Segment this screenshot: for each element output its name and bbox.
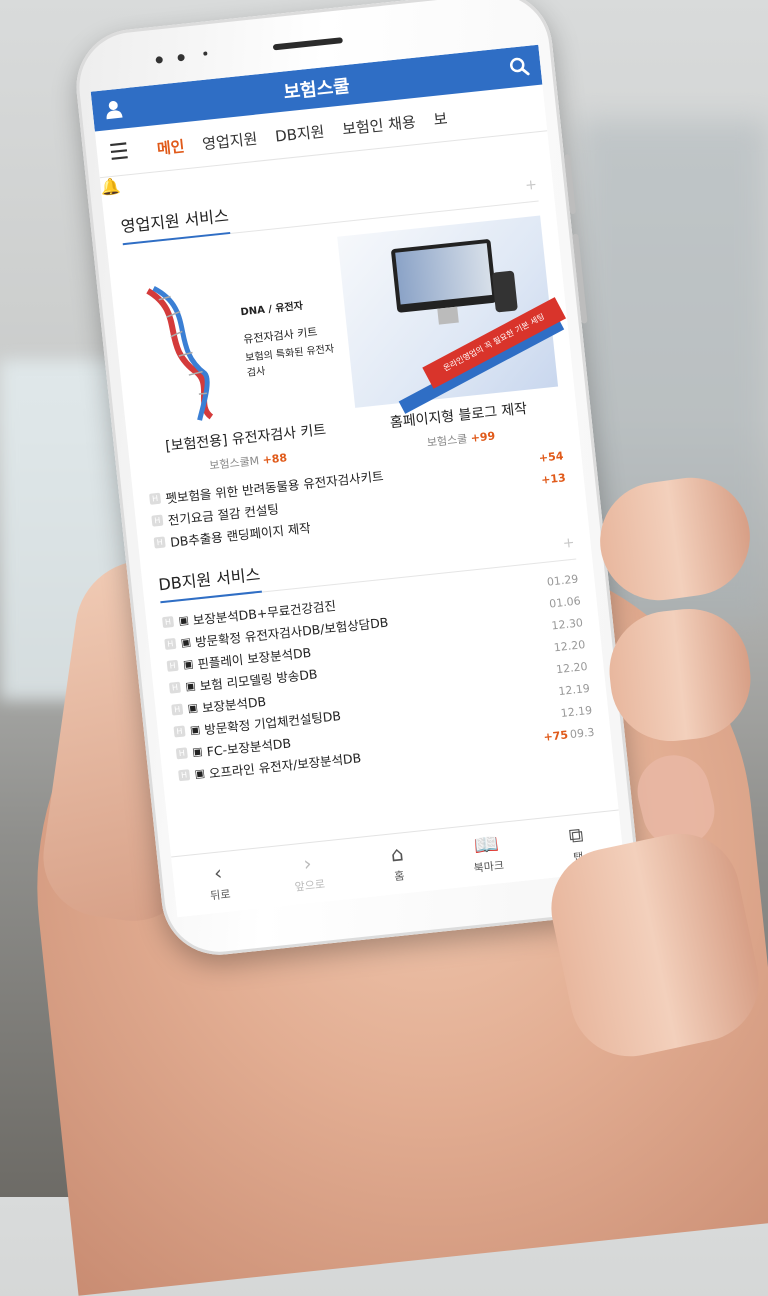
- monitor-image: [390, 238, 497, 313]
- square-bullet-icon: ▣: [184, 678, 197, 693]
- hot-badge-icon: H: [173, 724, 186, 738]
- phone-sensor-small: [203, 51, 208, 56]
- phone-device: 보험스쿨 ☰ 메인 영업지원 DB지원 보험인 채용 보 🔔 영업지원 서비스 …: [70, 0, 644, 961]
- list-item-date: 12.20: [553, 637, 586, 654]
- more-button[interactable]: +: [524, 177, 538, 202]
- card-author: 보험스쿨: [426, 432, 468, 450]
- phone-sensor: [155, 56, 164, 64]
- list-item-count: [567, 492, 570, 505]
- square-bullet-icon: ▣: [191, 744, 204, 759]
- card-row: DNA / 유전자 유전자검사 키트 보험의 특화된 유전자검사 [보험전용] …: [124, 215, 567, 480]
- list-item-count: +54: [538, 448, 564, 465]
- forward-button[interactable]: › 앞으로: [261, 839, 357, 908]
- hot-badge-icon: H: [153, 535, 166, 549]
- hot-badge-icon: H: [166, 659, 179, 672]
- list-item-date: 12.19: [560, 703, 593, 720]
- user-icon[interactable]: [102, 97, 126, 121]
- monitor-stand-image: [437, 306, 459, 325]
- tab-db-support[interactable]: DB지원: [274, 120, 325, 146]
- section-title: DB지원 서비스: [157, 560, 262, 604]
- phone-screen: 보험스쿨 ☰ 메인 영업지원 DB지원 보험인 채용 보 🔔 영업지원 서비스 …: [90, 44, 625, 918]
- list-item-date: 12.30: [550, 615, 584, 632]
- tab-more-truncated[interactable]: 보: [432, 107, 449, 129]
- section-title: 영업지원 서비스: [119, 202, 231, 246]
- image-caption-small: DNA / 유전자: [240, 300, 304, 319]
- hot-badge-icon: H: [178, 768, 191, 781]
- sales-support-section: 영업지원 서비스 + DNA / 유전자 유전자검사 키트 보험의 특화된 유전…: [102, 150, 587, 555]
- home-button[interactable]: ⌂ 홈: [350, 829, 446, 898]
- list-item-date: +7509.3: [542, 725, 596, 744]
- square-bullet-icon: ▣: [182, 656, 195, 671]
- list-item-date: 01.29: [546, 571, 579, 589]
- tab-recruit[interactable]: 보험인 채용: [341, 111, 417, 140]
- card-image: 온라인영업의 꼭 필요한 기본 세팅: [337, 215, 567, 414]
- phone-volume-button: [563, 154, 577, 215]
- phone-earpiece: [272, 37, 343, 51]
- tab-main[interactable]: 메인: [156, 135, 186, 159]
- more-button[interactable]: +: [562, 535, 576, 560]
- square-bullet-icon: ▣: [193, 766, 206, 781]
- card-count: +88: [261, 451, 288, 467]
- hot-badge-icon: H: [164, 637, 177, 650]
- hot-badge-icon: H: [168, 681, 181, 694]
- card-blog[interactable]: 온라인영업의 꼭 필요한 기본 세팅 홈페이지형 블로그 제작 보험스쿨 +99: [337, 215, 567, 457]
- square-bullet-icon: ▣: [186, 700, 199, 715]
- mobile-image: [491, 270, 518, 313]
- card-author: 보험스쿨M: [208, 454, 260, 473]
- db-support-list: H ▣ 보장분석DB+무료건강검진 01.29 H ▣ 방문확정 유전자검사DB/보…: [161, 568, 595, 787]
- db-support-section: DB지원 서비스 + H ▣ 보장분석DB+무료건강검진 01.29 H ▣ 방문확…: [139, 508, 611, 788]
- app-title: 보험스쿨: [282, 75, 351, 104]
- hot-badge-icon: H: [161, 615, 175, 628]
- dna-helix-image: [146, 286, 214, 421]
- square-bullet-icon: ▣: [177, 612, 190, 627]
- back-button[interactable]: ‹ 뒤로: [171, 848, 267, 917]
- hot-badge-icon: H: [151, 514, 164, 527]
- list-item-date: 12.20: [555, 659, 589, 676]
- square-bullet-icon: ▣: [189, 722, 201, 737]
- phone-camera: [177, 53, 185, 62]
- tab-sales-support[interactable]: 영업지원: [201, 127, 258, 154]
- list-item-count: +13: [540, 470, 567, 487]
- square-bullet-icon: ▣: [180, 634, 192, 649]
- search-icon[interactable]: [507, 55, 531, 79]
- hamburger-menu-icon[interactable]: ☰: [108, 138, 134, 166]
- list-item-date: 01.06: [548, 593, 582, 611]
- hot-badge-icon: H: [175, 746, 188, 759]
- list-item-date: 12.19: [557, 681, 591, 698]
- hot-badge-icon: H: [171, 703, 184, 716]
- bookmark-button[interactable]: 📖 북마크: [440, 820, 536, 889]
- card-image: DNA / 유전자 유전자검사 키트 보험의 특화된 유전자검사: [124, 237, 346, 431]
- card-count: +99: [470, 429, 496, 445]
- card-gene-kit[interactable]: DNA / 유전자 유전자검사 키트 보험의 특화된 유전자검사 [보험전용] …: [124, 237, 350, 480]
- hot-badge-icon: H: [148, 492, 162, 505]
